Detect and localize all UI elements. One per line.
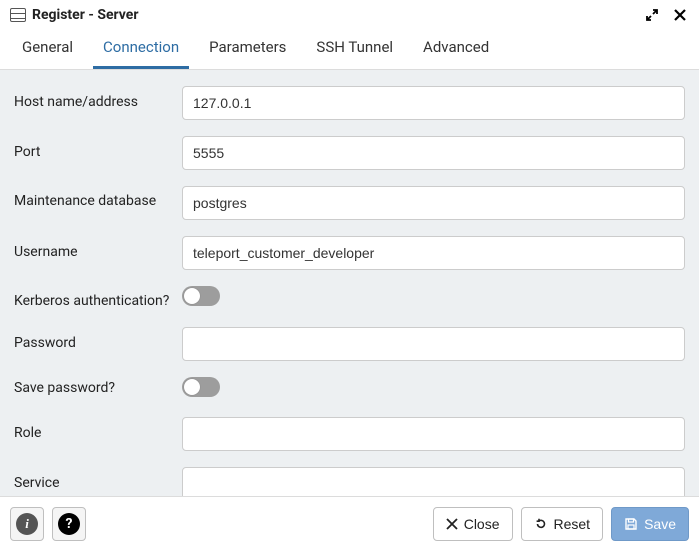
port-input[interactable] [182, 136, 685, 170]
label-maintdb: Maintenance database [14, 186, 182, 211]
maximize-icon[interactable] [643, 6, 661, 24]
tab-advanced[interactable]: Advanced [413, 28, 499, 69]
host-input[interactable] [182, 86, 685, 120]
toggle-knob [184, 379, 200, 395]
help-icon: ? [58, 513, 80, 535]
kerberos-toggle[interactable] [182, 286, 220, 306]
save-button[interactable]: Save [611, 507, 689, 541]
save-button-label: Save [644, 516, 676, 532]
label-kerberos: Kerberos authentication? [14, 286, 182, 311]
password-input[interactable] [182, 327, 685, 361]
close-button-label: Close [464, 516, 500, 532]
server-icon [10, 8, 26, 22]
close-icon[interactable] [671, 6, 689, 24]
row-username: Username [14, 228, 685, 278]
x-icon [446, 518, 458, 530]
label-username: Username [14, 244, 182, 262]
tab-ssh-tunnel[interactable]: SSH Tunnel [306, 28, 403, 69]
row-port: Port [14, 128, 685, 178]
toggle-knob [184, 288, 200, 304]
row-savepw: Save password? [14, 369, 685, 409]
info-button[interactable]: i [10, 507, 44, 541]
row-maintdb: Maintenance database [14, 178, 685, 228]
tab-parameters[interactable]: Parameters [199, 28, 296, 69]
label-savepw: Save password? [14, 380, 182, 398]
row-host: Host name/address [14, 78, 685, 128]
maintdb-input[interactable] [182, 186, 685, 220]
reset-icon [534, 517, 548, 531]
row-role: Role [14, 409, 685, 459]
label-role: Role [14, 425, 182, 443]
label-service: Service [14, 475, 182, 493]
tab-connection[interactable]: Connection [93, 28, 189, 69]
close-icon-svg [673, 8, 687, 22]
tabbar: General Connection Parameters SSH Tunnel… [0, 28, 699, 70]
reset-button[interactable]: Reset [521, 507, 604, 541]
footer: i ? Close Reset Save [0, 496, 699, 551]
titlebar: Register - Server [0, 0, 699, 28]
save-icon [624, 517, 638, 531]
reset-button-label: Reset [554, 516, 591, 532]
row-kerberos: Kerberos authentication? [14, 278, 685, 319]
savepw-toggle[interactable] [182, 377, 220, 397]
window-title: Register - Server [32, 7, 633, 23]
label-port: Port [14, 144, 182, 162]
row-password: Password [14, 319, 685, 369]
info-icon: i [16, 513, 38, 535]
label-password: Password [14, 335, 182, 353]
tab-general[interactable]: General [12, 28, 83, 69]
help-button[interactable]: ? [52, 507, 86, 541]
form-area: Host name/address Port Maintenance datab… [0, 70, 699, 510]
close-button[interactable]: Close [433, 507, 513, 541]
role-input[interactable] [182, 417, 685, 451]
label-host: Host name/address [14, 94, 182, 112]
username-input[interactable] [182, 236, 685, 270]
expand-icon-svg [645, 8, 659, 22]
